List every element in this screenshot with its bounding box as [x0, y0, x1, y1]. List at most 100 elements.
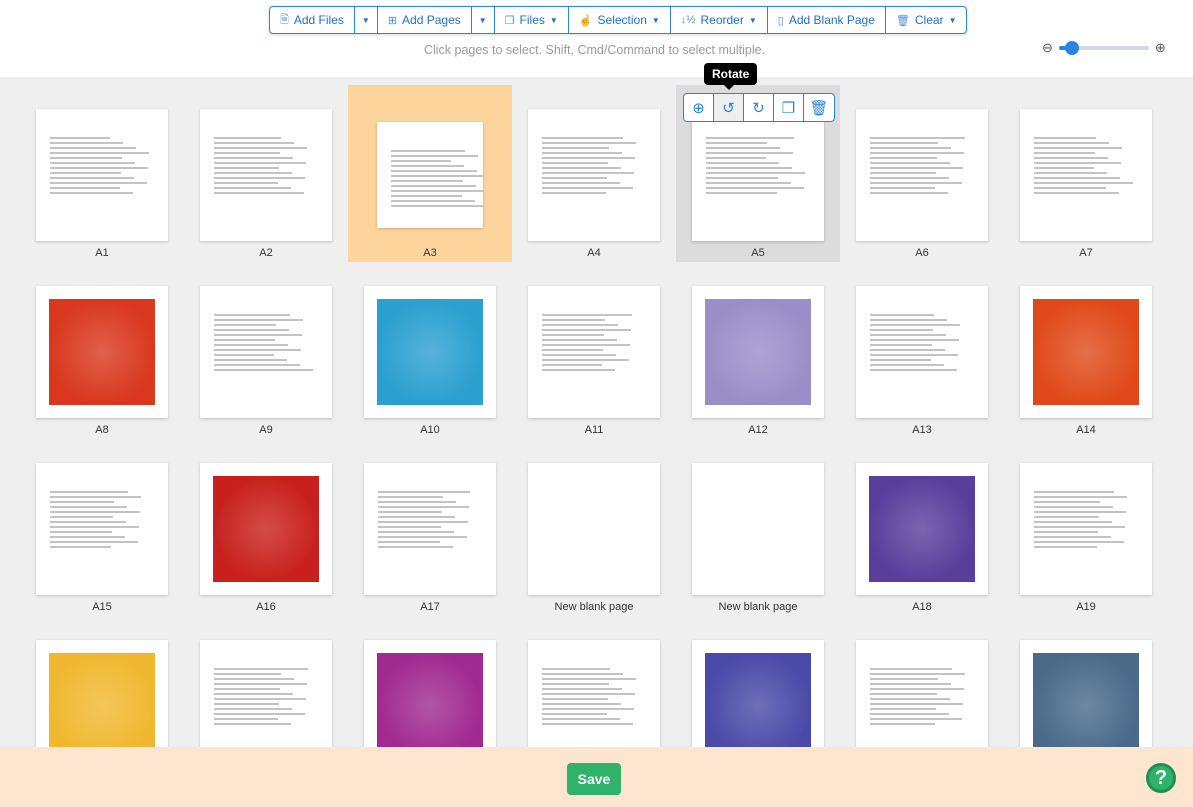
text-line — [391, 175, 483, 177]
page-card[interactable]: A9 — [184, 262, 348, 439]
page-card[interactable]: A2 — [184, 85, 348, 262]
page-thumbnail[interactable] — [200, 463, 332, 595]
page-thumbnail[interactable] — [200, 286, 332, 418]
page-card[interactable]: A18 — [840, 439, 1004, 616]
page-card[interactable]: A16 — [184, 439, 348, 616]
page-thumbnail[interactable] — [856, 286, 988, 418]
page-card[interactable]: A10 — [348, 262, 512, 439]
zoom-page-button[interactable]: ⊕ — [684, 94, 714, 121]
text-line — [214, 688, 280, 690]
page-card[interactable]: New blank page — [512, 439, 676, 616]
text-line — [542, 698, 608, 700]
text-line — [50, 501, 114, 503]
text-line — [706, 157, 766, 159]
selection-hint: Click pages to select. Shift, Cmd/Comman… — [423, 43, 766, 57]
page-thumbnail[interactable] — [377, 122, 483, 228]
page-thumbnail[interactable] — [692, 463, 824, 595]
clear-menu[interactable]: 🗑 Clear ▼ — [886, 7, 967, 33]
text-line — [870, 718, 962, 720]
delete-page-button[interactable]: 🗑 — [804, 94, 834, 121]
selection-menu[interactable]: ☝ Selection ▼ — [569, 7, 671, 33]
text-line — [870, 177, 949, 179]
text-line — [1034, 152, 1095, 154]
add-blank-page-button[interactable]: ▯ Add Blank Page — [768, 7, 886, 33]
page-action-bar: ⊕ ↺ ↻ ❐ 🗑 — [683, 93, 835, 122]
text-line — [870, 187, 935, 189]
page-card[interactable]: A4 — [512, 85, 676, 262]
page-thumbnail[interactable] — [1020, 463, 1152, 595]
help-icon[interactable]: ? — [1146, 763, 1176, 793]
page-thumbnail[interactable] — [856, 463, 988, 595]
page-card[interactable]: A6 — [840, 85, 1004, 262]
text-line — [542, 678, 636, 680]
reorder-menu[interactable]: ↓½ Reorder ▼ — [671, 7, 768, 33]
rotate-right-icon: ↻ — [752, 99, 765, 117]
page-label: A13 — [912, 424, 932, 436]
rotate-right-button[interactable]: ↻ — [744, 94, 774, 121]
text-line — [706, 187, 804, 189]
page-card[interactable]: A12 — [676, 262, 840, 439]
page-card[interactable]: A11 — [512, 262, 676, 439]
text-line — [870, 329, 933, 331]
add-files-button[interactable]: 🗎 Add Files — [270, 7, 355, 33]
zoom-out-icon[interactable]: ⊖ — [1042, 40, 1053, 56]
page-card[interactable]: A19 — [1004, 439, 1168, 616]
text-line — [1034, 516, 1099, 518]
add-pages-button[interactable]: ⊞ Add Pages — [378, 7, 472, 33]
text-line — [870, 324, 960, 326]
text-line — [706, 182, 791, 184]
text-line — [214, 723, 291, 725]
page-card[interactable]: New blank page — [676, 439, 840, 616]
clear-label: Clear — [914, 13, 944, 27]
page-thumbnail[interactable] — [528, 463, 660, 595]
text-line — [1034, 187, 1106, 189]
add-files-dropdown[interactable]: ▼ — [355, 7, 378, 33]
text-line — [706, 162, 779, 164]
caret-down-icon: ▼ — [748, 15, 757, 25]
text-line — [214, 177, 305, 179]
page-thumbnail[interactable] — [692, 286, 824, 418]
text-line — [214, 683, 307, 685]
page-thumbnail[interactable] — [36, 109, 168, 241]
save-button[interactable]: Save — [567, 763, 621, 795]
page-thumbnail[interactable] — [528, 109, 660, 241]
rotate-left-button[interactable]: ↺ — [714, 94, 744, 121]
zoom-in-icon[interactable]: ⊕ — [1155, 40, 1166, 56]
page-thumbnail[interactable] — [200, 109, 332, 241]
page-thumbnail[interactable] — [692, 109, 824, 241]
page-grid: A1 A2 A3 A4 A5 A6 A7 A8 A9 A10 A11 A12 A13 A14 A15 A16 A… — [20, 85, 1168, 793]
text-line — [50, 182, 147, 184]
page-card[interactable]: A14 — [1004, 262, 1168, 439]
duplicate-page-button[interactable]: ❐ — [774, 94, 804, 121]
page-label: A5 — [751, 247, 765, 259]
page-card[interactable]: A7 — [1004, 85, 1168, 262]
page-label: A19 — [1076, 601, 1096, 613]
text-line — [870, 344, 932, 346]
page-label: A2 — [259, 247, 273, 259]
page-card[interactable]: A8 — [20, 262, 184, 439]
page-thumbnail[interactable] — [528, 286, 660, 418]
text-line — [542, 192, 606, 194]
page-thumbnail[interactable] — [364, 463, 496, 595]
page-card[interactable]: A13 — [840, 262, 1004, 439]
text-line — [50, 541, 138, 543]
page-card[interactable]: A17 — [348, 439, 512, 616]
page-thumbnail[interactable] — [36, 463, 168, 595]
text-line — [214, 339, 275, 341]
page-card[interactable]: A1 — [20, 85, 184, 262]
text-line — [391, 195, 462, 197]
page-thumbnail[interactable] — [364, 286, 496, 418]
text-line — [542, 364, 602, 366]
zoom-slider-handle[interactable] — [1065, 41, 1080, 55]
text-line — [50, 167, 148, 169]
zoom-slider[interactable] — [1058, 41, 1149, 55]
page-card[interactable]: A15 — [20, 439, 184, 616]
page-thumbnail[interactable] — [1020, 109, 1152, 241]
page-card[interactable]: A3 — [348, 85, 512, 262]
page-thumbnail[interactable] — [1020, 286, 1152, 418]
page-thumbnail[interactable] — [36, 286, 168, 418]
text-line — [706, 142, 767, 144]
page-thumbnail[interactable] — [856, 109, 988, 241]
files-menu[interactable]: ❐ Files ▼ — [495, 7, 569, 33]
add-pages-dropdown[interactable]: ▼ — [472, 7, 495, 33]
